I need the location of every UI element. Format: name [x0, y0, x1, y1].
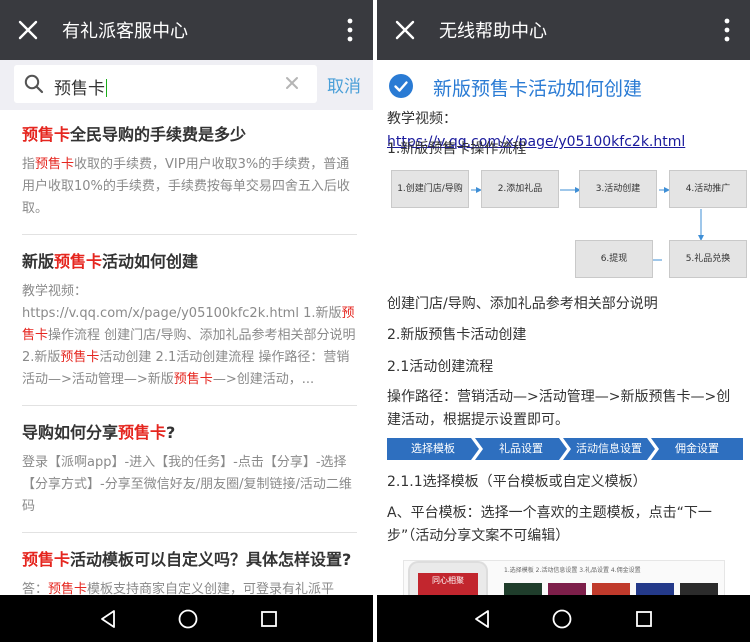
- result-item[interactable]: 预售卡活动模板可以自定义吗？具体怎样设置? 答：预售卡模板支持商家自定义创建，可…: [22, 533, 357, 595]
- step-chevron: 选择模板: [387, 438, 479, 460]
- clear-icon[interactable]: [285, 76, 299, 90]
- close-icon[interactable]: [393, 18, 417, 42]
- template-screenshot: 同心相聚 1.选择模板 2.活动信息设置 3.礼品设置 4.佣金设置: [403, 560, 725, 595]
- template-thumb[interactable]: [504, 583, 542, 595]
- help-article: 新版预售卡活动如何创建 教学视频：https://v.qq.com/x/page…: [377, 60, 750, 595]
- home-icon[interactable]: [177, 608, 199, 630]
- note-text: 创建门店/导购、添加礼品参考相关部分说明: [387, 296, 658, 312]
- template-desc: A、平台模板：选择一个喜欢的主题模板，点击“下一步”（活动分享文案不可编辑）: [387, 505, 712, 544]
- step-chevron: 佣金设置: [651, 438, 743, 460]
- result-item[interactable]: 新版预售卡活动如何创建 教学视频：https://v.qq.com/x/page…: [22, 235, 357, 406]
- result-item[interactable]: 导购如何分享预售卡? 登录【派啊app】-进入【我的任务】-点击【分享】-选择【…: [22, 406, 357, 533]
- template-tabs: 1.选择模板 2.活动信息设置 3.礼品设置 4.佣金设置: [504, 567, 641, 574]
- search-results: 预售卡全民导购的手续费是多少 指预售卡收取的手续费，VIP用户收取3%的手续费，…: [0, 110, 373, 595]
- result-title: 预售卡全民导购的手续费是多少: [22, 125, 247, 144]
- page-title: 有礼派客服中心: [62, 21, 188, 42]
- result-title: 导购如何分享预售卡?: [22, 423, 176, 442]
- result-snippet: 教学视频：https://v.qq.com/x/page/y05100kfc2k…: [22, 284, 356, 387]
- right-screen: 无线帮助中心 新版预售卡活动如何创建 教学视频：https://v.qq.com…: [377, 0, 750, 642]
- back-icon[interactable]: [471, 608, 493, 630]
- section-heading: 1.新版预售卡操作流程: [387, 141, 527, 157]
- result-snippet: 指预售卡收取的手续费，VIP用户收取3%的手续费，普通用户收取10%的手续费，手…: [22, 157, 350, 216]
- template-thumb[interactable]: [592, 583, 630, 595]
- flow-step: 6.提现: [575, 240, 653, 278]
- android-nav-bar: [0, 595, 373, 642]
- flow-step: 5.礼品兑换: [669, 240, 747, 278]
- check-icon: [389, 74, 413, 98]
- recents-icon[interactable]: [633, 608, 655, 630]
- result-title: 新版预售卡活动如何创建: [22, 252, 199, 271]
- search-box[interactable]: 预售卡: [14, 65, 317, 103]
- step-chevron: 活动信息设置: [563, 438, 655, 460]
- more-icon[interactable]: [347, 18, 353, 42]
- left-screen: 有礼派客服中心 预售卡 取消 预售卡全民导购的手续费是多少 指预售卡收取的手续费…: [0, 0, 373, 642]
- text-caret: [106, 79, 107, 97]
- search-icon: [24, 74, 44, 94]
- title-bar: 无线帮助中心: [377, 0, 750, 60]
- template-thumb[interactable]: [680, 583, 718, 595]
- article-title: 新版预售卡活动如何创建: [433, 78, 643, 100]
- close-icon[interactable]: [16, 18, 40, 42]
- flow-step: 1.创建门店/导购: [391, 170, 469, 208]
- page-title: 无线帮助中心: [439, 21, 547, 42]
- section-heading: 2.1.1选择模板（平台模板或自定义模板）: [387, 474, 647, 490]
- flow-step: 4.活动推广: [669, 170, 747, 208]
- template-thumb[interactable]: [548, 583, 586, 595]
- recents-icon[interactable]: [258, 608, 280, 630]
- home-icon[interactable]: [551, 608, 573, 630]
- section-heading: 2.1活动创建流程: [387, 359, 494, 375]
- result-item[interactable]: 预售卡全民导购的手续费是多少 指预售卡收取的手续费，VIP用户收取3%的手续费，…: [22, 110, 357, 235]
- step-chevron: 礼品设置: [475, 438, 567, 460]
- result-snippet: 登录【派啊app】-进入【我的任务】-点击【分享】-选择【分享方式】-分享至微信…: [22, 455, 352, 514]
- result-title: 预售卡活动模板可以自定义吗？具体怎样设置?: [22, 550, 352, 569]
- result-snippet: 答：预售卡模板支持商家自定义创建，可登录有礼派平: [22, 582, 335, 595]
- flow-step: 2.添加礼品: [481, 170, 559, 208]
- back-icon[interactable]: [97, 608, 119, 630]
- path-text: 操作路径：营销活动—>活动管理—>新版预售卡—>创建活动，根据提示设置即可。: [387, 389, 731, 428]
- title-bar: 有礼派客服中心: [0, 0, 373, 60]
- cancel-button[interactable]: 取消: [327, 72, 361, 97]
- section-heading: 2.新版预售卡活动创建: [387, 327, 527, 343]
- search-bar: 预售卡 取消: [0, 60, 373, 110]
- search-input[interactable]: 预售卡: [54, 74, 107, 99]
- more-icon[interactable]: [724, 18, 730, 42]
- phone-mockup: 同心相聚: [408, 561, 488, 595]
- flow-step: 3.活动创建: [579, 170, 657, 208]
- steps-bar: 选择模板 礼品设置 活动信息设置 佣金设置: [387, 438, 743, 460]
- android-nav-bar: [377, 595, 750, 642]
- template-thumb[interactable]: [636, 583, 674, 595]
- template-banner-label: 同心相聚: [432, 576, 464, 585]
